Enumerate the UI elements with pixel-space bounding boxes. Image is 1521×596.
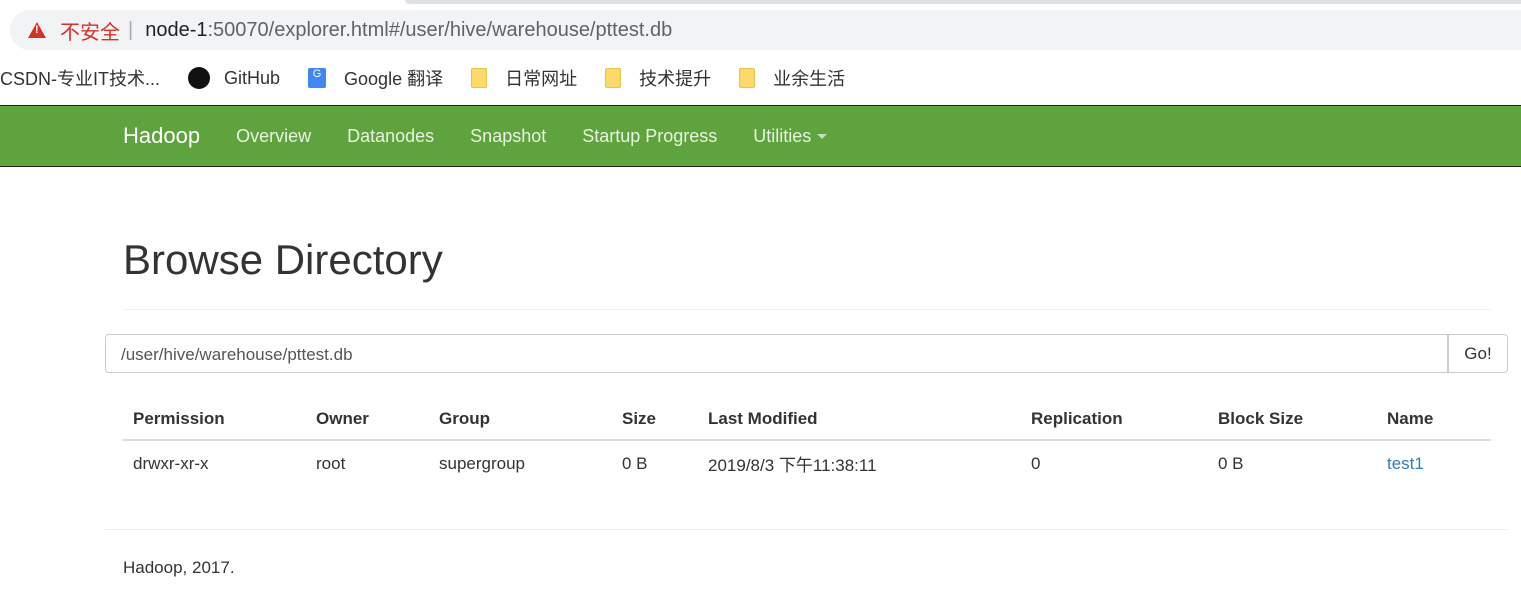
- tab-strip: [405, 0, 1521, 4]
- bookmark-github[interactable]: GitHub: [188, 67, 280, 89]
- divider: [123, 309, 1491, 310]
- bookmark-folder-tech[interactable]: 技术提升: [605, 65, 711, 91]
- bookmark-google-translate[interactable]: G Google 翻译: [308, 65, 443, 91]
- column-header[interactable]: Owner: [306, 398, 429, 441]
- divider: |: [128, 18, 134, 41]
- bookmark-csdn[interactable]: CSDN-专业IT技术...: [0, 65, 160, 91]
- file-link[interactable]: test1: [1387, 454, 1424, 473]
- column-header[interactable]: Size: [612, 398, 698, 441]
- directory-table: Permission Owner Group Size Last Modifie…: [123, 398, 1491, 486]
- navbar: Hadoop Overview Datanodes Snapshot Startup …: [0, 105, 1521, 167]
- bookmark-label: Google 翻译: [344, 69, 444, 89]
- bookmark-folder-life[interactable]: 业余生活: [739, 65, 845, 91]
- insecure-label: 不安全: [60, 21, 120, 44]
- table-row: drwxr-xr-x root supergroup 0 B 2019/8/3 …: [123, 440, 1491, 486]
- name-cell: test1: [1377, 440, 1491, 486]
- google-translate-icon: G: [308, 68, 327, 88]
- replication-cell: 0: [1031, 453, 1041, 473]
- path-input[interactable]: /user/hive/warehouse/pttest.db: [105, 334, 1448, 373]
- github-icon: [188, 67, 210, 89]
- folder-icon: [739, 68, 756, 88]
- url-host: node-1: [145, 18, 208, 41]
- bookmark-folder-daily[interactable]: 日常网址: [471, 65, 577, 91]
- bookmark-label: 业余生活: [773, 69, 846, 89]
- folder-icon: [471, 68, 488, 88]
- group-cell: supergroup: [439, 453, 526, 473]
- column-header[interactable]: Group: [429, 398, 612, 441]
- nav-overview[interactable]: Overview: [236, 126, 311, 146]
- bookmark-label: 日常网址: [505, 69, 578, 89]
- page-title: Browse Directory: [123, 236, 443, 283]
- permission-cell: drwxr-xr-x: [133, 453, 209, 473]
- brand-link[interactable]: Hadoop: [123, 123, 200, 149]
- divider: [105, 529, 1508, 530]
- url-path: :50070/explorer.html#/user/hive/warehous…: [207, 18, 673, 41]
- column-header[interactable]: Permission: [123, 398, 306, 441]
- nav-snapshot[interactable]: Snapshot: [470, 126, 546, 146]
- bookmark-label: 技术提升: [639, 69, 712, 89]
- footer-text: Hadoop, 2017.: [123, 558, 235, 577]
- last-modified-cell: 2019/8/3 下午11:38:11: [708, 456, 877, 475]
- nav-startup-progress[interactable]: Startup Progress: [582, 126, 717, 146]
- size-cell: 0 B: [622, 453, 648, 473]
- nav-utilities[interactable]: Utilities: [753, 125, 828, 146]
- block-size-cell: 0 B: [1218, 453, 1244, 473]
- bookmark-label: GitHub: [224, 67, 281, 88]
- column-header[interactable]: Last Modified: [698, 398, 1021, 441]
- column-header[interactable]: Replication: [1021, 398, 1208, 441]
- column-header[interactable]: Block Size: [1208, 398, 1377, 441]
- column-header[interactable]: Name: [1377, 398, 1491, 441]
- bookmarks-bar: CSDN-专业IT技术... GitHub G Google 翻译 日常网址 技术…: [0, 64, 873, 92]
- bookmark-label: CSDN-专业IT技术...: [0, 69, 160, 89]
- caret-down-icon: [817, 134, 828, 140]
- warning-icon: [28, 22, 46, 38]
- owner-cell: root: [316, 453, 346, 473]
- go-button[interactable]: Go!: [1448, 334, 1508, 373]
- address-bar[interactable]: 不安全 | node-1:50070/explorer.html#/user/h…: [10, 10, 1521, 50]
- nav-datanodes[interactable]: Datanodes: [347, 126, 434, 146]
- nav-utilities-label: Utilities: [753, 125, 812, 146]
- folder-icon: [605, 68, 622, 88]
